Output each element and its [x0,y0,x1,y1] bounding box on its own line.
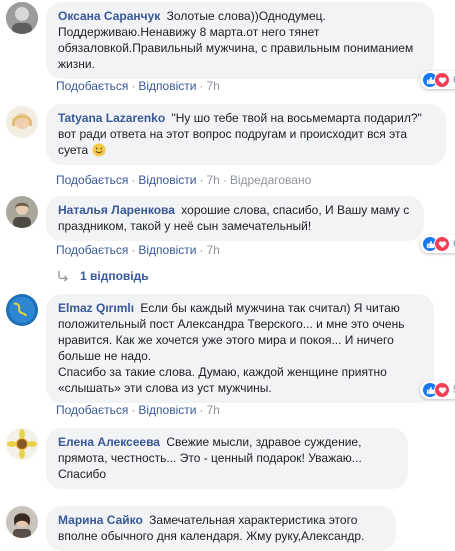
comment-time[interactable]: 7h [206,243,219,257]
reply-arrow-icon [58,271,68,282]
comment-author[interactable]: Elmaz Qırımlı [58,301,134,315]
comment-time[interactable]: 7h [206,79,219,93]
reply-link[interactable]: Відповісти [138,79,196,93]
reaction-summary[interactable]: 5 [420,381,455,399]
comment-author[interactable]: Марина Сайко [58,513,143,527]
like-link[interactable]: Подобається [56,243,128,257]
comment-bubble: Елена Алексеева Свежие мысли, здравое су… [46,428,408,489]
avatar[interactable] [6,106,38,138]
like-link[interactable]: Подобається [56,403,128,417]
avatar[interactable] [6,196,38,228]
comment-actions: Подобається · Відповісти · 7h [56,79,220,93]
comment-bubble: Наталья Ларенкова хорошие слова, спасибо… [46,196,424,241]
comment-bubble: Оксана Саранчук Золотые слова))Однодумец… [46,2,434,79]
comment-time[interactable]: 7h [206,403,219,417]
comment-bubble: Tatyana Lazarenko "Ну шо тебе твой на во… [46,104,446,165]
comment-bubble: Elmaz Qırımlı Если бы каждый мужчина так… [46,294,434,403]
view-replies-link[interactable]: 1 відповідь [56,269,149,283]
comment-actions: Подобається · Відповісти · 7h [56,243,220,257]
comment-actions: Подобається · Відповісти · 7h [56,403,220,417]
reply-link[interactable]: Відповісти [138,173,196,187]
smile-emoji-icon [92,143,106,157]
like-link[interactable]: Подобається [56,79,128,93]
comment-author[interactable]: Елена Алексеева [58,435,160,449]
like-link[interactable]: Подобається [56,173,128,187]
love-reaction-icon [434,72,450,88]
reply-link[interactable]: Відповісти [138,403,196,417]
avatar[interactable] [6,506,38,538]
comment-time[interactable]: 7h [206,173,219,187]
avatar[interactable] [6,2,38,34]
comment-author[interactable]: Наталья Ларенкова [58,203,175,217]
edited-label[interactable]: Відредаговано [230,173,311,187]
love-reaction-icon [434,382,450,398]
avatar[interactable] [6,428,38,460]
replies-count-label[interactable]: 1 відповідь [80,269,149,283]
comment-text: Спасибо за такие слова. Думаю, каждой же… [58,365,387,395]
comment-author[interactable]: Оксана Саранчук [58,9,160,23]
reaction-summary[interactable]: 6 [420,235,455,253]
love-reaction-icon [434,236,450,252]
comment-author[interactable]: Tatyana Lazarenko [58,111,165,125]
reaction-summary[interactable]: 6 [420,71,455,89]
reply-link[interactable]: Відповісти [138,243,196,257]
comment-bubble: Марина Сайко Замечательная характеристик… [46,506,396,551]
avatar[interactable] [6,294,38,326]
comment-actions: Подобається · Відповісти · 7h · Відредаговано [56,173,312,187]
